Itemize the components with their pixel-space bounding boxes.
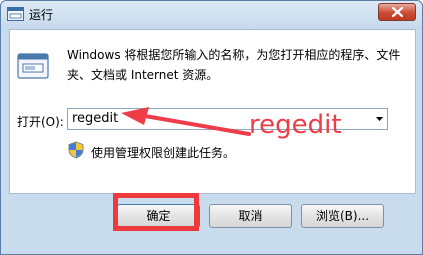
dialog-description: Windows 将根据您所输入的名称，为您打开相应的程序、文件夹、文档或 Int… bbox=[67, 48, 401, 82]
uac-shield-icon bbox=[68, 141, 84, 159]
command-input[interactable]: regedit bbox=[72, 111, 118, 126]
cancel-button[interactable]: 取消 bbox=[209, 204, 292, 228]
close-button[interactable] bbox=[378, 3, 416, 21]
annotation-label: regedit bbox=[249, 110, 342, 140]
title-bar: 运行 bbox=[1, 1, 422, 29]
open-label: 打开(O): bbox=[17, 115, 64, 129]
run-app-icon bbox=[7, 7, 24, 21]
annotation-highlight-box bbox=[113, 193, 199, 231]
chevron-down-icon[interactable] bbox=[376, 117, 383, 121]
run-dialog: 运行 Windows 将根据您所输入的名称，为您打开相应的程序、文件夹、文档或 … bbox=[0, 0, 423, 255]
window-title: 运行 bbox=[29, 8, 54, 22]
browse-button[interactable]: 浏览(B)... bbox=[301, 204, 384, 228]
annotation-arrow bbox=[121, 107, 251, 136]
run-program-icon bbox=[17, 53, 49, 79]
close-icon bbox=[392, 7, 403, 17]
admin-note: 使用管理权限创建此任务。 bbox=[91, 146, 236, 160]
